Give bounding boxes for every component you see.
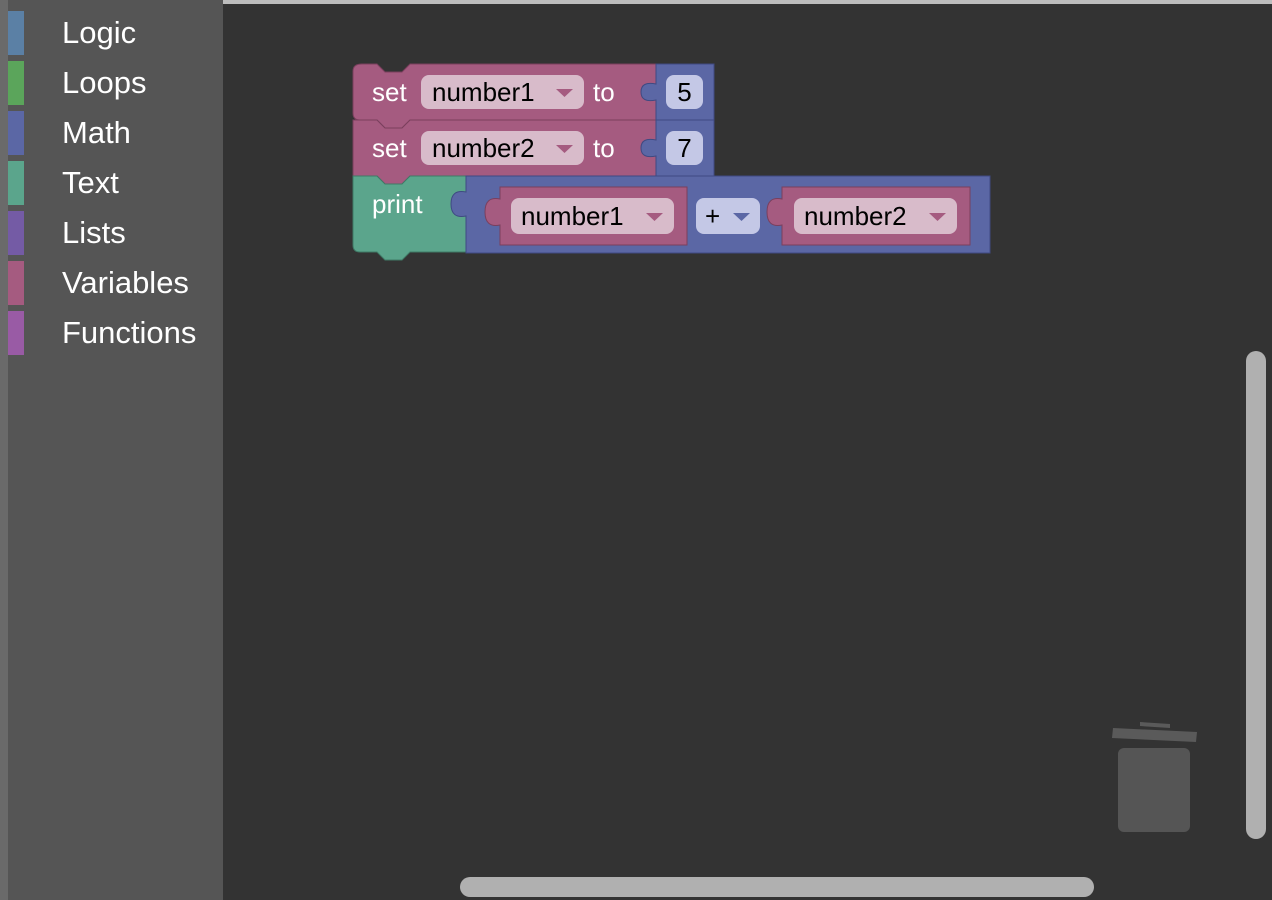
variable-getter-block[interactable]: number2 [766,186,971,246]
set-variable-block[interactable]: set number2 to 7 [352,119,715,185]
category-loops-swatch [8,61,24,105]
set-keyword: set [372,77,407,107]
vertical-scrollbar[interactable] [1246,351,1266,839]
category-label: Loops [62,65,147,100]
number-value: 5 [677,77,691,107]
category-math-swatch [8,111,24,155]
arithmetic-block[interactable]: number1 + number2 [450,175,991,254]
set-keyword: set [372,133,407,163]
variable-name: number1 [521,201,624,231]
variable-dropdown[interactable]: number1 [421,75,584,109]
category-label: Functions [62,315,197,350]
category-lists[interactable]: Lists [8,211,223,255]
workspace-top-border [223,0,1272,4]
variable-dropdown[interactable]: number2 [421,131,584,165]
category-text-swatch [8,161,24,205]
variable-getter-block[interactable]: number1 [484,186,688,246]
category-lists-swatch [8,211,24,255]
category-variables[interactable]: Variables [8,261,223,305]
category-loops[interactable]: Loops [8,61,223,105]
print-block[interactable]: print number1 + number2 [352,175,991,261]
trash-can-icon [1112,722,1197,832]
category-label: Variables [62,265,189,300]
category-label: Lists [62,215,126,250]
category-label: Math [62,115,131,150]
toolbox: Logic Loops Math Text Lists Variables Fu… [8,0,223,900]
category-logic[interactable]: Logic [8,11,223,55]
variable-name: number2 [432,133,535,163]
category-label: Text [62,165,119,200]
category-math[interactable]: Math [8,111,223,155]
set-variable-block[interactable]: set number1 to 5 [352,63,715,129]
operator-label: + [705,201,720,231]
to-label: to [593,133,615,163]
variable-name: number1 [432,77,535,107]
print-keyword: print [372,189,423,219]
to-label: to [593,77,615,107]
horizontal-scrollbar[interactable] [460,877,1094,897]
number-value: 7 [677,133,691,163]
trash-can[interactable] [1110,718,1200,836]
category-label: Logic [62,15,137,50]
category-text[interactable]: Text [8,161,223,205]
category-functions-swatch [8,311,24,355]
operator-dropdown[interactable]: + [696,198,760,234]
category-logic-swatch [8,11,24,55]
blockly-editor: Logic Loops Math Text Lists Variables Fu… [0,0,1272,900]
left-edge [0,0,8,900]
category-variables-swatch [8,261,24,305]
variable-name: number2 [804,201,907,231]
category-functions[interactable]: Functions [8,311,223,355]
